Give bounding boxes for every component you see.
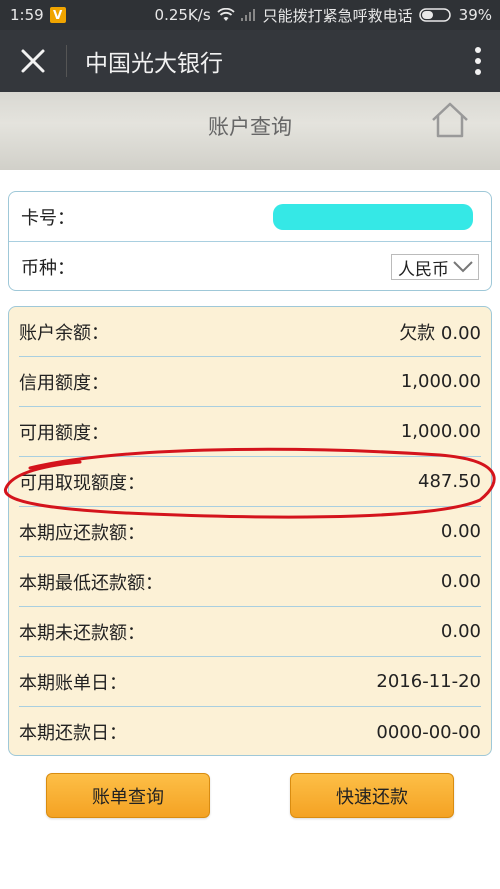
info-label: 信用额度： xyxy=(19,372,109,394)
info-row-available-credit: 可用额度： 1,000.00 xyxy=(19,407,481,457)
close-icon xyxy=(21,49,45,73)
app-bar: 中国光大银行 xyxy=(0,30,500,92)
info-value: 487.50 xyxy=(418,471,481,492)
status-bar: 1:59 V 0.25K/s 只能拨打紧急呼救电话 39% xyxy=(0,0,500,30)
info-value: 2016-11-20 xyxy=(376,671,481,692)
info-label: 本期未还款额： xyxy=(19,622,145,644)
info-row-amount-due: 本期应还款额： 0.00 xyxy=(19,507,481,557)
currency-select[interactable]: 人民币 xyxy=(391,254,479,280)
chevron-down-icon xyxy=(453,261,473,273)
account-info-panel: 账户余额： 欠款 0.00 信用额度： 1,000.00 可用额度： 1,000… xyxy=(8,306,492,756)
info-row-credit-limit: 信用额度： 1,000.00 xyxy=(19,357,481,407)
more-vertical-icon xyxy=(475,47,481,75)
bill-query-button[interactable]: 账单查询 xyxy=(46,773,210,818)
info-value: 1,000.00 xyxy=(400,371,481,392)
network-speed: 0.25K/s xyxy=(154,6,211,24)
info-label: 可用额度： xyxy=(19,422,109,444)
info-label: 账户余额： xyxy=(19,322,109,344)
appbar-divider xyxy=(66,45,67,77)
card-panel: 卡号： 币种： 人民币 xyxy=(8,191,492,291)
page-title: 账户查询 xyxy=(208,115,292,139)
quick-repay-button[interactable]: 快速还款 xyxy=(290,773,454,818)
card-number-redacted xyxy=(273,203,473,230)
info-label: 可用取现额度： xyxy=(19,472,145,494)
currency-value: 人民币 xyxy=(398,259,449,280)
info-value: 0000-00-00 xyxy=(376,721,481,743)
info-label: 本期应还款额： xyxy=(19,522,145,544)
card-number-label: 卡号： xyxy=(21,207,75,229)
carrier-text: 只能拨打紧急呼救电话 xyxy=(262,6,413,25)
app-notification-icon: V xyxy=(49,7,66,23)
status-time: 1:59 xyxy=(10,6,44,24)
card-number-row: 卡号： xyxy=(9,192,491,242)
info-value: 1,000.00 xyxy=(400,421,481,442)
info-label: 本期还款日： xyxy=(19,723,127,744)
info-row-balance: 账户余额： 欠款 0.00 xyxy=(19,307,481,357)
home-icon xyxy=(432,102,468,138)
info-row-cash-limit: 可用取现额度： 487.50 xyxy=(19,457,481,507)
battery-percent: 39% xyxy=(458,6,492,24)
currency-row: 币种： 人民币 xyxy=(9,242,491,292)
more-options-button[interactable] xyxy=(456,30,500,92)
info-row-due-date: 本期还款日： 0000-00-00 xyxy=(19,707,481,757)
info-value: 0.00 xyxy=(440,621,481,642)
info-label: 本期最低还款额： xyxy=(19,572,163,594)
info-label: 本期账单日： xyxy=(19,672,127,694)
close-button[interactable] xyxy=(0,30,66,92)
signal-icon xyxy=(240,9,255,21)
info-row-unpaid: 本期未还款额： 0.00 xyxy=(19,607,481,657)
info-value: 0.00 xyxy=(440,521,481,542)
quick-repay-label: 快速还款 xyxy=(336,786,408,808)
bill-query-label: 账单查询 xyxy=(92,786,164,808)
currency-label: 币种： xyxy=(21,258,75,279)
info-value: 欠款 0.00 xyxy=(399,322,481,344)
wifi-icon xyxy=(217,8,235,21)
home-button[interactable] xyxy=(430,100,470,140)
info-row-minimum-due: 本期最低还款额： 0.00 xyxy=(19,557,481,607)
info-value: 0.00 xyxy=(440,571,481,592)
battery-icon xyxy=(418,8,451,22)
page-header: 账户查询 xyxy=(0,92,500,170)
info-row-statement-date: 本期账单日： 2016-11-20 xyxy=(19,657,481,707)
app-title: 中国光大银行 xyxy=(85,51,223,77)
